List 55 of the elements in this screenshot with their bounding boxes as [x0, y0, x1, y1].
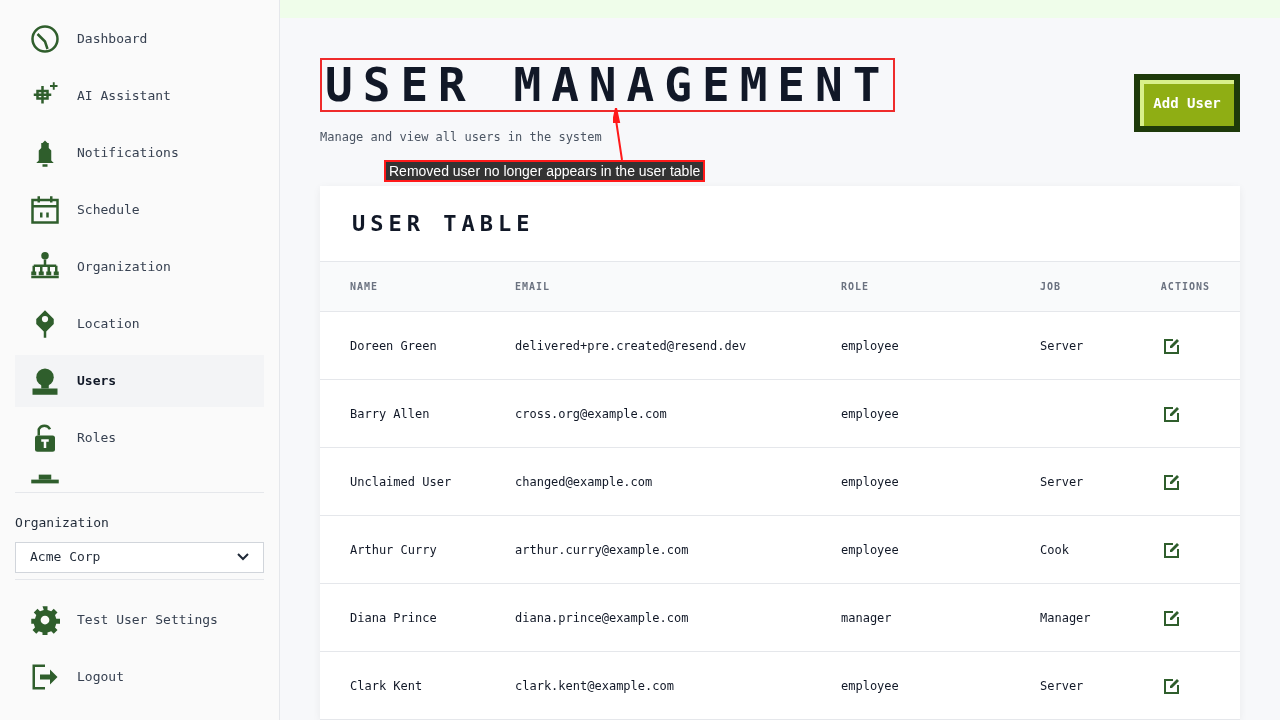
table-cell-text: Server — [1040, 337, 1085, 355]
nav-item[interactable]: AI Assistant — [15, 70, 264, 122]
table-cell-text: Barry Allen — [350, 405, 431, 423]
nav-item[interactable]: Organization — [15, 241, 264, 293]
table-cell-text: Arthur Curry — [350, 541, 438, 559]
edit-icon[interactable] — [1164, 337, 1180, 354]
table-cell-text: Server — [1040, 677, 1085, 695]
user-icon — [30, 366, 60, 396]
table-cell-text: manager — [841, 609, 893, 627]
column-header: JOB — [1040, 280, 1063, 294]
edit-icon[interactable] — [1164, 677, 1180, 694]
edit-icon[interactable] — [1164, 609, 1180, 626]
nav-item[interactable]: Roles — [15, 412, 264, 464]
table-cell-text: cross.org@example.com — [515, 405, 668, 423]
page-subtitle: Manage and view all users in the system — [320, 128, 602, 146]
table-cell-text: employee — [841, 337, 900, 355]
table-cell-text: Manager — [1040, 609, 1092, 627]
table-cell-text: Diana Prince — [350, 609, 438, 627]
table-cell-text: employee — [841, 405, 900, 423]
table-cell-text: changed@example.com — [515, 473, 654, 491]
organization-select[interactable]: Acme Corp — [15, 541, 264, 573]
column-header: ROLE — [841, 280, 871, 294]
nav-item[interactable]: Notifications — [15, 127, 264, 179]
table-cell-text: arthur.curry@example.com — [515, 541, 690, 559]
table-cell-text: delivered+pre.created@resend.dev — [515, 337, 748, 355]
table-cell-text: clark.kent@example.com — [515, 677, 675, 695]
table-cell-text: diana.prince@example.com — [515, 609, 690, 627]
nav-item[interactable]: Logout — [15, 650, 264, 703]
page-title: USER MANAGEMENT — [320, 58, 896, 112]
column-header: EMAIL — [515, 280, 552, 294]
edit-icon[interactable] — [1164, 473, 1180, 490]
column-header: ACTIONS — [1160, 280, 1210, 294]
column-header: NAME — [350, 280, 380, 294]
nav-item[interactable]: Dashboard — [15, 13, 264, 65]
organization-label: Organization — [15, 514, 110, 532]
nav-item[interactable]: Schedule — [15, 184, 264, 236]
edit-icon[interactable] — [1164, 541, 1180, 558]
nav-item[interactable]: Users — [15, 355, 264, 407]
edit-icon[interactable] — [1164, 405, 1180, 422]
table-title: USER TABLE — [351, 210, 536, 238]
nav-item[interactable]: Location — [15, 298, 264, 350]
gear-icon — [30, 604, 60, 635]
nav-item[interactable]: Test User Settings — [15, 593, 264, 646]
chevron-down-icon — [237, 553, 249, 561]
table-cell-text: Server — [1040, 473, 1085, 491]
calendar-icon — [30, 195, 60, 225]
dashboard-icon — [30, 24, 60, 54]
table-cell-text: employee — [841, 473, 900, 491]
table-cell-text: Clark Kent — [350, 677, 424, 695]
table-cell-text: employee — [841, 541, 900, 559]
table-cell-text: Cook — [1040, 541, 1070, 559]
annotation-caption: Removed user no longer appears in the user table — [384, 160, 706, 182]
table-cell-text: employee — [841, 677, 900, 695]
table-cell-text: Doreen Green — [350, 337, 438, 355]
table-cell-text: Unclaimed User — [350, 473, 453, 491]
